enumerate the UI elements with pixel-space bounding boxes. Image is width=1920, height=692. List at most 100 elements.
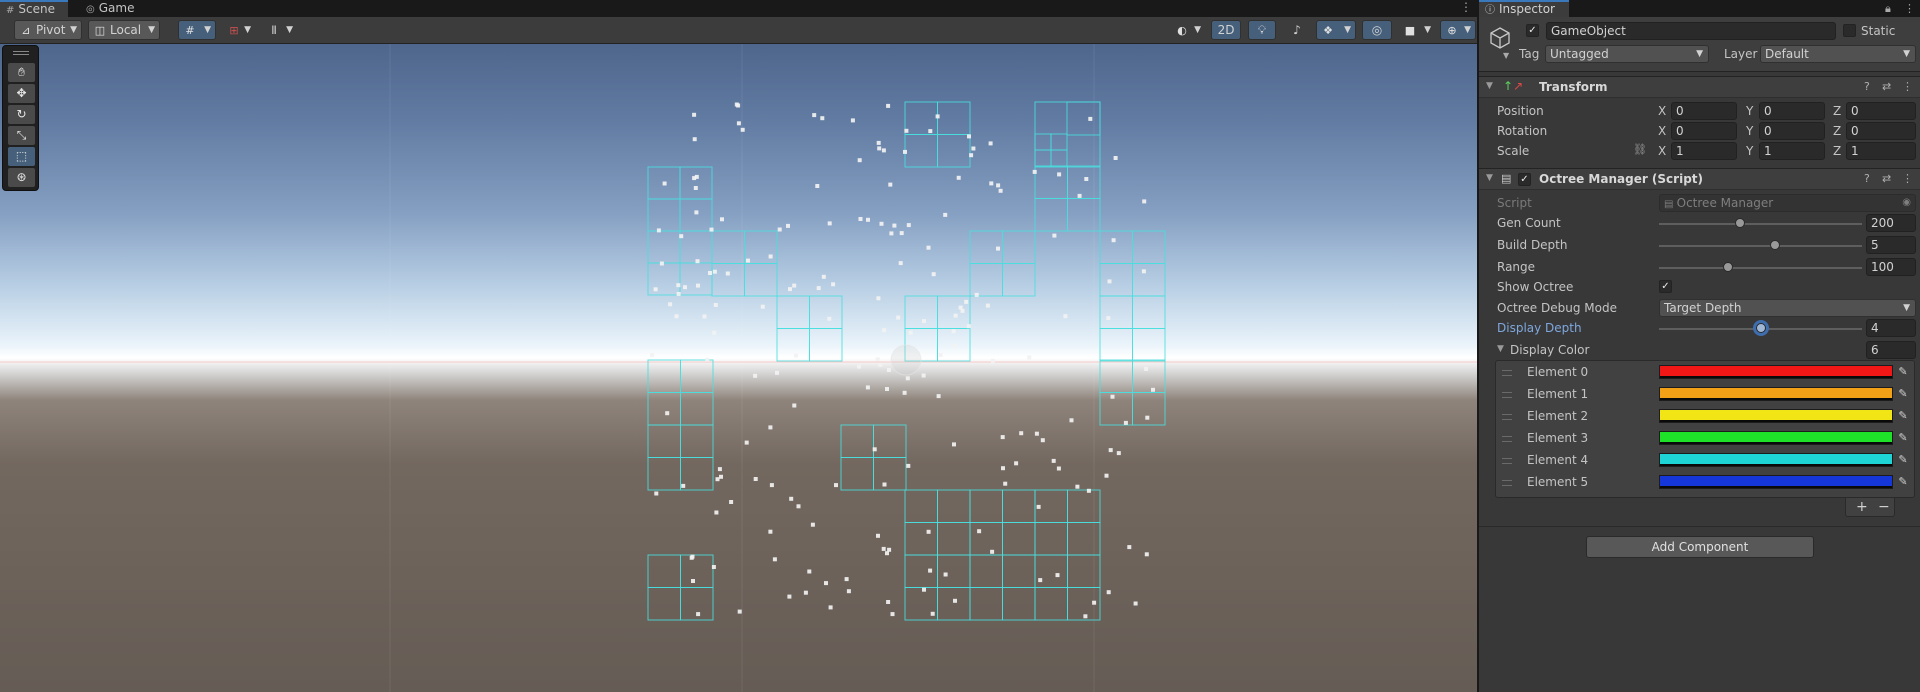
drag-handle-icon[interactable]	[1502, 370, 1512, 376]
help-icon[interactable]: ?	[1864, 80, 1870, 93]
build-depth-field[interactable]: 5	[1866, 236, 1916, 254]
position-z-field[interactable]: 0	[1846, 102, 1916, 120]
lighting-button[interactable]: 💡︎	[1248, 20, 1276, 40]
remove-element-button[interactable]: −	[1878, 499, 1890, 515]
gizmos-dropdown[interactable]: ⊕ ▼	[1440, 20, 1476, 40]
range-slider-thumb[interactable]	[1723, 262, 1734, 272]
build-depth-slider-thumb[interactable]	[1769, 240, 1780, 250]
align-button[interactable]: ⦀ ▼	[262, 20, 298, 40]
show-octree-checkbox[interactable]: ✓	[1659, 280, 1672, 293]
static-checkbox[interactable]	[1843, 24, 1856, 37]
scale-y-field[interactable]: 1	[1759, 142, 1825, 160]
scale-z-field[interactable]: 1	[1846, 142, 1916, 160]
increment-snap-button[interactable]: ⊞ ▼	[222, 20, 256, 40]
octree-cell	[969, 587, 1003, 621]
grid-snap-button[interactable]: # ▼	[178, 20, 216, 40]
kebab-menu-icon[interactable]: ⋮	[1902, 172, 1913, 185]
scene-viewport[interactable]	[0, 44, 1477, 692]
icon-dropdown-caret[interactable]: ▼	[1503, 51, 1509, 60]
scale-tool-icon[interactable]: ⤡	[8, 126, 35, 145]
build-depth-slider-track[interactable]	[1659, 245, 1862, 247]
transform-tool-icon[interactable]: ⊛	[8, 168, 35, 187]
eyedropper-icon[interactable]: ✎	[1895, 387, 1911, 401]
debug-mode-dropdown[interactable]: Target Depth ▼	[1659, 299, 1916, 317]
presets-icon[interactable]: ⇄	[1882, 172, 1891, 185]
drag-handle-icon[interactable]	[1502, 458, 1512, 464]
draw-mode-dropdown[interactable]: ◐ ▼	[1170, 20, 1206, 40]
pivot-dropdown[interactable]: ⊿ Pivot ▼	[14, 20, 82, 40]
foldout-arrow-icon[interactable]: ▼	[1486, 81, 1493, 91]
move-tool-icon[interactable]: ✥	[8, 84, 35, 103]
element-3-color-field[interactable]	[1659, 431, 1893, 445]
gameobject-active-checkbox[interactable]: ✓	[1526, 24, 1539, 37]
eyedropper-icon[interactable]: ✎	[1895, 475, 1911, 489]
gen-count-slider-thumb[interactable]	[1735, 218, 1746, 228]
kebab-menu-icon[interactable]: ⋮	[1904, 0, 1915, 17]
element-5-color-field[interactable]	[1659, 475, 1893, 489]
scatter-point	[908, 330, 913, 335]
hand-tool-icon[interactable]: ✋︎	[8, 63, 35, 82]
gameobject-name-field[interactable]: GameObject	[1546, 22, 1836, 40]
audio-button[interactable]: ♪	[1284, 20, 1310, 40]
drag-handle-icon[interactable]	[1502, 436, 1512, 442]
element-1-color-field[interactable]	[1659, 387, 1893, 401]
scene-kebab-menu-icon[interactable]: ⋮	[1458, 0, 1474, 17]
rotation-y-field[interactable]: 0	[1759, 122, 1825, 140]
add-element-button[interactable]: +	[1856, 499, 1868, 515]
drag-handle-icon[interactable]	[1502, 480, 1512, 486]
scatter-point	[777, 227, 782, 232]
presets-icon[interactable]: ⇄	[1882, 80, 1891, 93]
display-color-foldout-icon[interactable]: ▼	[1497, 344, 1504, 354]
eyedropper-icon[interactable]: ✎	[1895, 453, 1911, 467]
display-depth-field[interactable]: 4	[1866, 319, 1916, 337]
scatter-point	[985, 303, 990, 308]
position-y-field[interactable]: 0	[1759, 102, 1825, 120]
rotation-z-field[interactable]: 0	[1846, 122, 1916, 140]
effects-dropdown[interactable]: ❖ ▼	[1316, 20, 1356, 40]
element-0-color-field[interactable]	[1659, 365, 1893, 379]
constrain-proportions-link-icon[interactable]: ⛓︎	[1633, 143, 1647, 156]
lock-icon[interactable]: 🔒︎	[1885, 0, 1891, 17]
foldout-arrow-icon[interactable]: ▼	[1486, 173, 1493, 183]
inspector-panel: ⓘ Inspector 🔒︎ ⋮ ▼ ✓ GameObject Static Ta…	[1478, 0, 1920, 692]
display-depth-slider-thumb[interactable]	[1755, 323, 1766, 333]
overlay-drag-handle[interactable]	[13, 51, 29, 55]
range-field[interactable]: 100	[1866, 258, 1916, 276]
eyedropper-icon[interactable]: ✎	[1895, 365, 1911, 379]
range-slider-track[interactable]	[1659, 267, 1862, 269]
gen-count-field[interactable]: 200	[1866, 214, 1916, 232]
display-color-count-field[interactable]: 6	[1866, 341, 1916, 359]
drag-handle-icon[interactable]	[1502, 414, 1512, 420]
hidden-objects-button[interactable]: ◎	[1362, 20, 1392, 40]
position-x-field[interactable]: 0	[1671, 102, 1737, 120]
tab-inspector[interactable]: ⓘ Inspector	[1479, 0, 1569, 17]
mode-2d-button[interactable]: 2D	[1211, 20, 1241, 40]
scatter-point	[812, 113, 817, 118]
element-2-color-field[interactable]	[1659, 409, 1893, 423]
debug-mode-label: Octree Debug Mode	[1497, 301, 1617, 315]
scale-x-field[interactable]: 1	[1671, 142, 1737, 160]
eyedropper-icon[interactable]: ✎	[1895, 409, 1911, 423]
rect-tool-icon[interactable]: ⬚	[8, 147, 35, 166]
tab-game[interactable]: ◎ Game	[80, 0, 140, 17]
rotation-x-field[interactable]: 0	[1671, 122, 1737, 140]
gen-count-slider-track[interactable]	[1659, 223, 1862, 225]
scatter-point	[695, 259, 700, 264]
help-icon[interactable]: ?	[1864, 172, 1870, 185]
element-4-color-field[interactable]	[1659, 453, 1893, 467]
octree-manager-header[interactable]: ▼ ▤ ✓ Octree Manager (Script) ? ⇄ ⋮	[1479, 168, 1920, 190]
kebab-menu-icon[interactable]: ⋮	[1902, 80, 1913, 93]
octree-cell	[1066, 101, 1101, 136]
transform-header[interactable]: ▼ ↑↗ Transform ? ⇄ ⋮	[1479, 76, 1920, 98]
camera-dropdown[interactable]: ■ ▼	[1398, 20, 1436, 40]
local-dropdown[interactable]: ◫ Local ▼	[88, 20, 160, 40]
tag-dropdown[interactable]: Untagged ▼	[1545, 45, 1709, 63]
drag-handle-icon[interactable]	[1502, 392, 1512, 398]
scatter-point	[875, 357, 880, 362]
add-component-button[interactable]: Add Component	[1586, 536, 1814, 558]
octree-manager-enabled-checkbox[interactable]: ✓	[1518, 173, 1531, 186]
eyedropper-icon[interactable]: ✎	[1895, 431, 1911, 445]
layer-dropdown[interactable]: Default ▼	[1760, 45, 1916, 63]
tab-scene[interactable]: # Scene	[0, 0, 68, 17]
rotate-tool-icon[interactable]: ↻	[8, 105, 35, 124]
